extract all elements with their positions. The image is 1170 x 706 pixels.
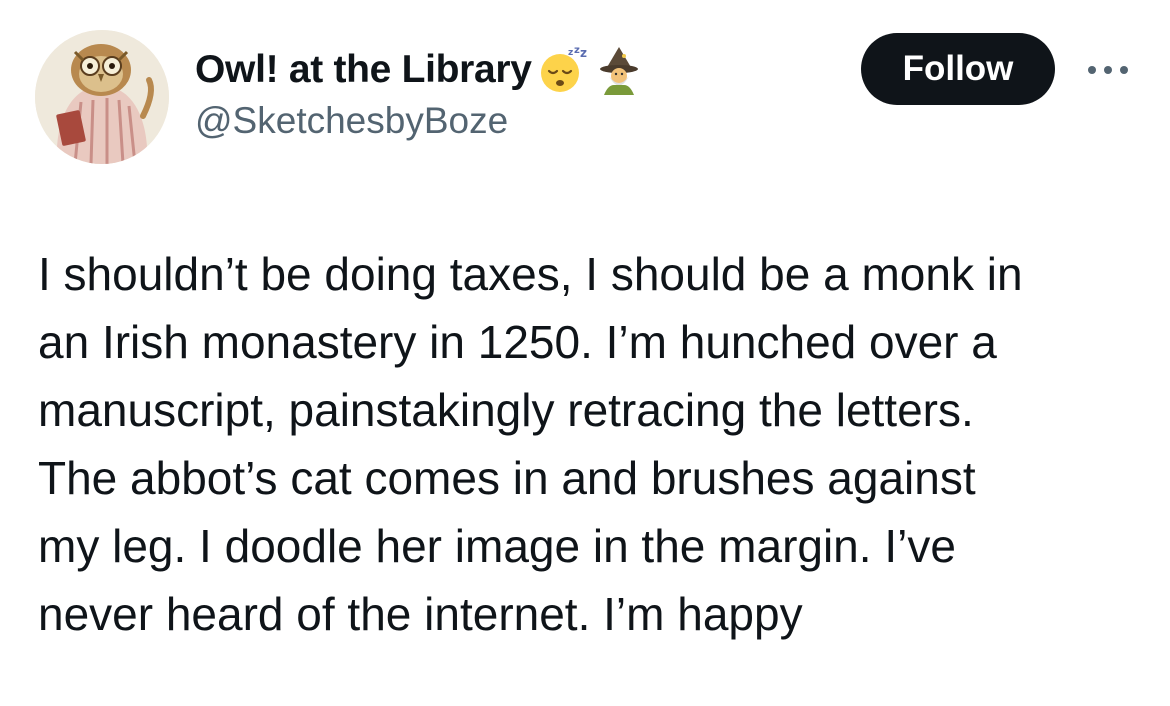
sleeping-face-emoji: z z z <box>538 45 588 95</box>
owl-avatar[interactable] <box>35 30 169 164</box>
author-name-row: Owl! at the Library z z z <box>195 42 644 98</box>
more-options-button[interactable] <box>1080 50 1136 90</box>
author-display-name[interactable]: Owl! at the Library <box>195 48 532 92</box>
tweet-text: I shouldn’t be doing taxes, I should be … <box>38 240 1148 648</box>
tweet-card: Owl! at the Library z z z @SketchesbyBoz… <box>0 0 1170 706</box>
tweet-text-line: never heard of the internet. I’m happy <box>38 588 803 640</box>
author-handle[interactable]: @SketchesbyBoze <box>195 100 508 142</box>
tweet-text-line: an Irish monastery in 1250. I’m hunched … <box>38 316 997 368</box>
tweet-text-line: my leg. I doodle her image in the margin… <box>38 520 956 572</box>
mage-emoji <box>594 45 644 95</box>
tweet-text-line: manuscript, painstakingly retracing the … <box>38 384 974 436</box>
svg-text:z: z <box>568 48 573 58</box>
svg-text:z: z <box>580 46 587 60</box>
tweet-text-line: I shouldn’t be doing taxes, I should be … <box>38 248 1023 300</box>
tweet-text-line: The abbot’s cat comes in and brushes aga… <box>38 452 976 504</box>
follow-button[interactable]: Follow <box>861 33 1055 105</box>
more-horizontal-icon <box>1088 66 1128 74</box>
